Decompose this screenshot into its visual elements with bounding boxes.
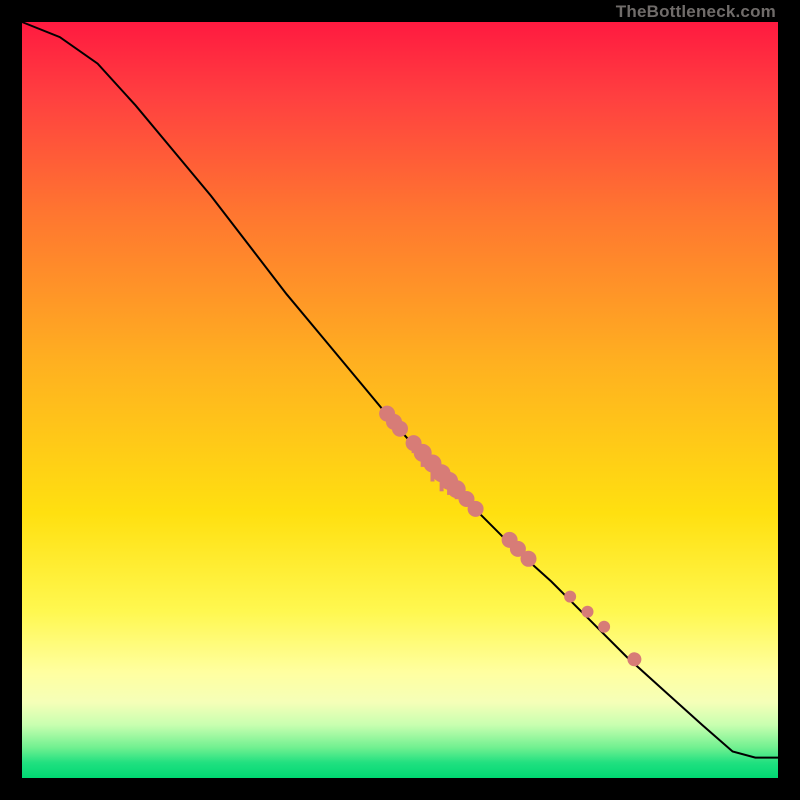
chart-svg bbox=[22, 22, 778, 778]
data-point bbox=[564, 591, 576, 603]
points-group bbox=[379, 406, 641, 667]
data-point bbox=[627, 652, 641, 666]
data-point bbox=[521, 551, 537, 567]
curve-path bbox=[22, 22, 778, 758]
plot-area bbox=[22, 22, 778, 778]
attribution-text: TheBottleneck.com bbox=[616, 2, 776, 22]
data-point bbox=[468, 501, 484, 517]
data-point bbox=[392, 421, 408, 437]
data-point bbox=[582, 606, 594, 618]
data-point bbox=[598, 621, 610, 633]
chart-frame: TheBottleneck.com bbox=[0, 0, 800, 800]
